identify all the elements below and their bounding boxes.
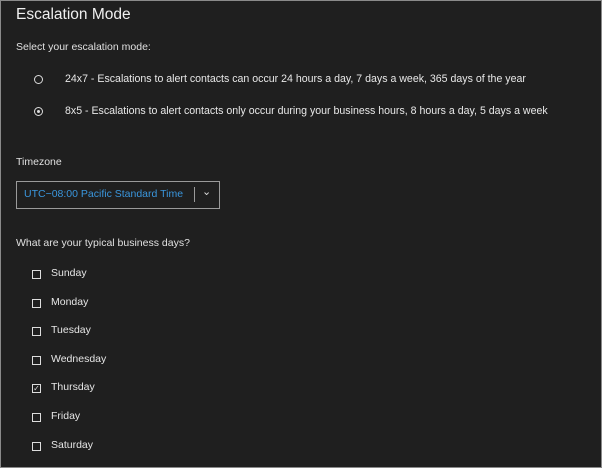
select-divider <box>194 187 195 202</box>
checkbox-friday[interactable] <box>32 413 41 422</box>
day-label: Wednesday <box>51 352 107 365</box>
checkbox-wednesday[interactable] <box>32 355 41 365</box>
day-label: Saturday <box>51 438 94 451</box>
escalation-mode-panel: Escalation Mode Select your escalation m… <box>0 0 602 468</box>
mode-label-8x5: 8x5 - Escalations to alert contacts only… <box>65 105 548 117</box>
day-label: Friday <box>51 410 81 422</box>
day-label: Monday <box>51 295 89 308</box>
timezone-label: Timezone <box>16 156 62 168</box>
checkbox-tuesday[interactable] <box>32 327 41 337</box>
timezone-select[interactable]: UTC−08:00 Pacific Standard Time ⌄ <box>16 181 220 209</box>
mode-prompt: Select your escalation mode: <box>16 41 151 53</box>
checkbox-monday[interactable] <box>32 298 41 308</box>
day-label: Tuesday <box>51 324 91 337</box>
radio-24x7[interactable] <box>34 75 43 84</box>
mode-label-24x7: 24x7 - Escalations to alert contacts can… <box>65 73 526 85</box>
radio-8x5[interactable] <box>34 107 43 116</box>
day-label: Thursday <box>51 381 95 394</box>
days-prompt: What are your typical business days? <box>16 237 190 249</box>
panel-title: Escalation Mode <box>16 6 131 23</box>
checkbox-saturday[interactable] <box>32 441 41 451</box>
day-label: Sunday <box>51 267 87 279</box>
timezone-value: UTC−08:00 Pacific Standard Time <box>24 188 184 200</box>
checkbox-thursday[interactable]: ✓ <box>32 384 41 394</box>
checkbox-sunday[interactable] <box>32 270 41 279</box>
chevron-down-icon[interactable]: ⌄ <box>202 185 211 198</box>
